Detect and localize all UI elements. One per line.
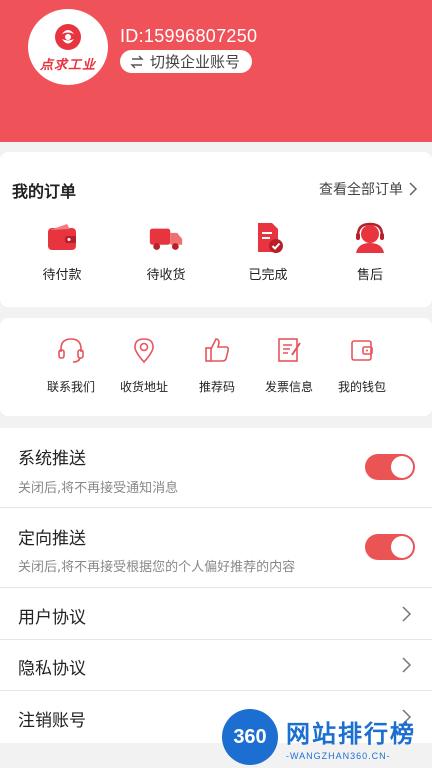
targeted-push-desc: 关闭后,将不再接受根据您的个人偏好推荐的内容 [18,560,296,575]
customer-service-icon [356,222,384,253]
view-all-orders-link[interactable]: 查看全部订单 [319,179,418,199]
cancel-account-label: 注销账号 [18,711,86,731]
service-label: 我的钱包 [337,380,386,394]
company-logo-avatar[interactable]: 点求工业 [28,9,108,85]
company-logo-icon [55,23,81,50]
system-push-row: 系统推送 关闭后,将不再接受通知消息 [0,428,432,508]
settings-list: 系统推送 关闭后,将不再接受通知消息 定向推送 关闭后,将不再接受根据您的个人偏… [0,428,432,743]
switch-account-label: 切换企业账号 [150,53,241,71]
watermark-url: -WANGZHAN360.CN- [286,750,391,761]
service-label: 收货地址 [119,380,168,394]
service-label: 发票信息 [264,380,313,394]
targeted-push-title: 定向推送 [18,529,86,549]
service-shipping-address[interactable]: 收货地址 [104,336,184,395]
my-orders-card: 我的订单 查看全部订单 待付款 待收货 已完成 售后 [0,152,432,307]
headset-icon [58,338,84,363]
service-label: 联系我们 [46,380,95,394]
profile-header: 点求工业 ID:15996807250 切换企业账号 [0,0,432,142]
system-push-title: 系统推送 [18,449,86,469]
privacy-agreement-label: 隐私协议 [18,659,86,679]
services-card: 联系我们 收货地址 推荐码 发票信息 我的钱包 [0,318,432,416]
chevron-right-icon [409,182,418,196]
document-check-icon [258,223,283,253]
targeted-push-toggle[interactable] [365,534,415,560]
service-invoice-info[interactable]: 发票信息 [249,336,329,395]
system-push-toggle[interactable] [365,454,415,480]
order-label: 待收货 [146,268,186,283]
privacy-agreement-row[interactable]: 隐私协议 [0,640,432,691]
switch-enterprise-account-button[interactable]: 切换企业账号 [120,50,253,73]
truck-icon [149,228,183,250]
order-label: 已完成 [248,268,288,283]
thumbs-up-icon [205,338,230,362]
invoice-icon [278,338,301,362]
logo-text: 点求工业 [39,57,96,73]
order-label: 待付款 [42,268,82,283]
wallet-outline-icon [351,340,373,361]
orders-title: 我的订单 [12,182,77,201]
watermark-name: 网站排行榜 [286,719,416,748]
site-watermark: 360 网站排行榜 -WANGZHAN360.CN- [222,706,432,768]
order-pending-payment[interactable]: 待付款 [22,222,102,283]
chevron-right-icon [402,657,412,673]
order-after-sales[interactable]: 售后 [330,222,410,283]
location-pin-icon [134,338,154,364]
service-my-wallet[interactable]: 我的钱包 [322,336,402,395]
wallet-icon [48,224,76,250]
targeted-push-row: 定向推送 关闭后,将不再接受根据您的个人偏好推荐的内容 [0,508,432,588]
watermark-badge: 360 [222,709,278,765]
order-pending-receipt[interactable]: 待收货 [126,222,206,283]
user-id: ID:15996807250 [120,26,258,46]
service-referral-code[interactable]: 推荐码 [177,336,257,395]
user-agreement-label: 用户协议 [18,608,86,628]
chevron-right-icon [402,606,412,622]
system-push-desc: 关闭后,将不再接受通知消息 [18,481,179,496]
service-contact-us[interactable]: 联系我们 [31,336,111,395]
user-agreement-row[interactable]: 用户协议 [0,588,432,640]
order-label: 售后 [356,268,383,283]
order-completed[interactable]: 已完成 [228,222,308,283]
view-all-orders-label: 查看全部订单 [319,182,403,198]
swap-icon [130,55,144,68]
service-label: 推荐码 [198,380,235,394]
